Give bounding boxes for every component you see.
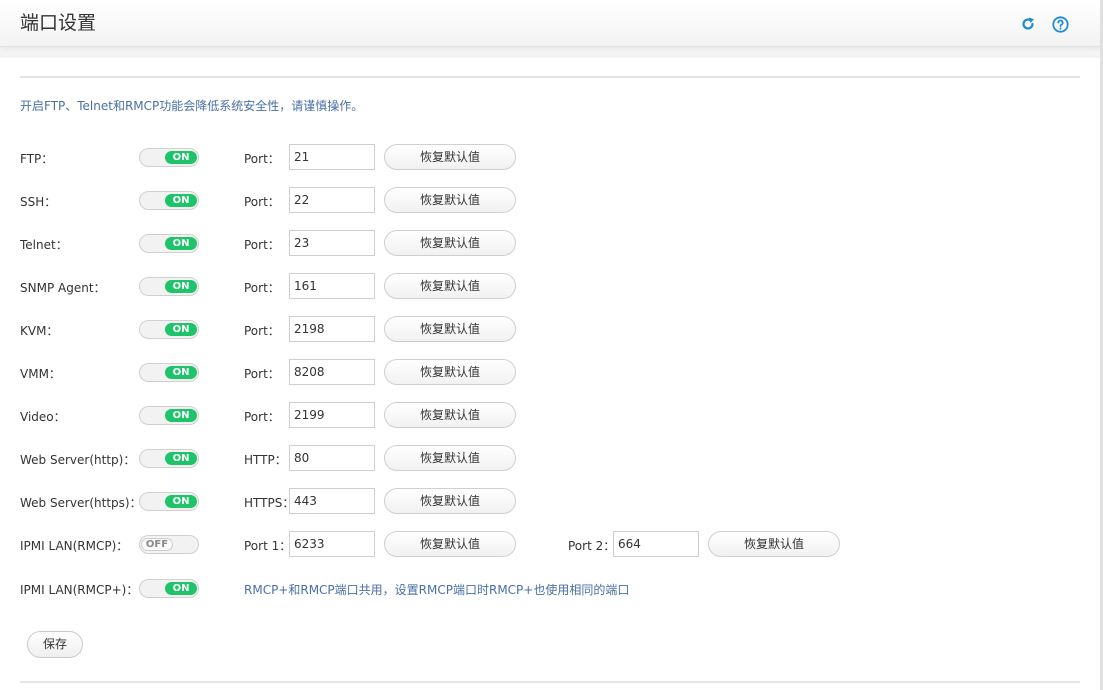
row-label: Web Server(http)： <box>20 453 136 467</box>
security-notice: 开启FTP、Telnet和RMCP功能会降低系统安全性，请谨慎操作。 <box>20 99 364 113</box>
row-web-server-http: Web Server(http)： ON HTTP： 恢复默认值 <box>0 445 1100 471</box>
port-label: Port： <box>244 195 280 209</box>
telnet-restore-default-button[interactable]: 恢复默认值 <box>384 230 516 256</box>
port-label: Port： <box>244 324 280 338</box>
port-label: HTTP： <box>244 453 287 467</box>
vmm-toggle[interactable]: ON <box>139 363 199 382</box>
video-restore-default-button[interactable]: 恢复默认值 <box>384 402 516 428</box>
save-button[interactable]: 保存 <box>27 631 83 658</box>
rmcp-plus-toggle[interactable]: ON <box>139 579 199 598</box>
http-port-input[interactable] <box>289 445 375 471</box>
row-label: Video： <box>20 410 66 424</box>
rmcp-port1-restore-default-button[interactable]: 恢复默认值 <box>384 531 516 557</box>
video-port-input[interactable] <box>289 402 375 428</box>
http-restore-default-button[interactable]: 恢复默认值 <box>384 445 516 471</box>
row-ipmi-lan-rmcp: IPMI LAN(RMCP)： OFF Port 1： 恢复默认值 Port 2… <box>0 531 1100 557</box>
toggle-state: OFF <box>141 538 173 551</box>
ftp-toggle[interactable]: ON <box>139 148 199 167</box>
port-label: Port： <box>244 152 280 166</box>
telnet-port-input[interactable] <box>289 230 375 256</box>
https-restore-default-button[interactable]: 恢复默认值 <box>384 488 516 514</box>
https-toggle[interactable]: ON <box>139 492 199 511</box>
kvm-restore-default-button[interactable]: 恢复默认值 <box>384 316 516 342</box>
http-toggle[interactable]: ON <box>139 449 199 468</box>
video-toggle[interactable]: ON <box>139 406 199 425</box>
kvm-toggle[interactable]: ON <box>139 320 199 339</box>
ssh-toggle[interactable]: ON <box>139 191 199 210</box>
rmcp-port2-restore-default-button[interactable]: 恢复默认值 <box>708 531 840 557</box>
row-web-server-https: Web Server(https)： ON HTTPS： 恢复默认值 <box>0 488 1100 514</box>
row-label: SSH： <box>20 195 57 209</box>
row-label: Telnet： <box>20 238 68 252</box>
row-snmp-agent: SNMP Agent： ON Port： 恢复默认值 <box>0 273 1100 299</box>
row-ftp: FTP： ON Port： 恢复默认值 <box>0 144 1100 170</box>
row-ipmi-lan-rmcp-plus: IPMI LAN(RMCP+)： ON RMCP+和RMCP端口共用，设置RMC… <box>0 575 1100 601</box>
vmm-port-input[interactable] <box>289 359 375 385</box>
row-label: FTP： <box>20 152 54 166</box>
refresh-icon[interactable] <box>1019 15 1037 33</box>
toggle-state: ON <box>165 323 197 336</box>
port-label: Port： <box>244 410 280 424</box>
port-label: Port： <box>244 367 280 381</box>
toggle-state: ON <box>165 582 197 595</box>
help-icon[interactable] <box>1051 15 1069 33</box>
row-video: Video： ON Port： 恢复默认值 <box>0 402 1100 428</box>
kvm-port-input[interactable] <box>289 316 375 342</box>
rmcp-toggle[interactable]: OFF <box>139 535 199 554</box>
toggle-state: ON <box>165 495 197 508</box>
row-label: SNMP Agent： <box>20 281 106 295</box>
page-header: 端口设置 <box>0 0 1100 47</box>
snmp-port-input[interactable] <box>289 273 375 299</box>
footer-divider <box>20 681 1080 683</box>
row-label: Web Server(https)： <box>20 496 142 510</box>
row-label: VMM： <box>20 367 61 381</box>
ssh-restore-default-button[interactable]: 恢复默认值 <box>384 187 516 213</box>
port1-label: Port 1： <box>244 539 292 553</box>
ssh-port-input[interactable] <box>289 187 375 213</box>
snmp-toggle[interactable]: ON <box>139 277 199 296</box>
toggle-state: ON <box>165 366 197 379</box>
port2-label: Port 2： <box>568 539 616 553</box>
row-vmm: VMM： ON Port： 恢复默认值 <box>0 359 1100 385</box>
toggle-state: ON <box>165 194 197 207</box>
row-kvm: KVM： ON Port： 恢复默认值 <box>0 316 1100 342</box>
row-label: IPMI LAN(RMCP)： <box>20 539 129 553</box>
toggle-state: ON <box>165 280 197 293</box>
rmcp-port1-input[interactable] <box>289 531 375 557</box>
ftp-port-input[interactable] <box>289 144 375 170</box>
telnet-toggle[interactable]: ON <box>139 234 199 253</box>
row-ssh: SSH： ON Port： 恢复默认值 <box>0 187 1100 213</box>
toggle-state: ON <box>165 237 197 250</box>
rmcp-plus-note: RMCP+和RMCP端口共用，设置RMCP端口时RMCP+也使用相同的端口 <box>244 583 630 597</box>
rmcp-port2-input[interactable] <box>613 531 699 557</box>
divider <box>20 76 1080 78</box>
snmp-restore-default-button[interactable]: 恢复默认值 <box>384 273 516 299</box>
row-label: IPMI LAN(RMCP+)： <box>20 583 139 597</box>
toggle-state: ON <box>165 151 197 164</box>
row-telnet: Telnet： ON Port： 恢复默认值 <box>0 230 1100 256</box>
https-port-input[interactable] <box>289 488 375 514</box>
toggle-state: ON <box>165 409 197 422</box>
toggle-state: ON <box>165 452 197 465</box>
port-label: Port： <box>244 281 280 295</box>
row-label: KVM： <box>20 324 59 338</box>
page-title: 端口设置 <box>20 12 97 34</box>
port-label: HTTPS： <box>244 496 295 510</box>
vmm-restore-default-button[interactable]: 恢复默认值 <box>384 359 516 385</box>
port-label: Port： <box>244 238 280 252</box>
ftp-restore-default-button[interactable]: 恢复默认值 <box>384 144 516 170</box>
